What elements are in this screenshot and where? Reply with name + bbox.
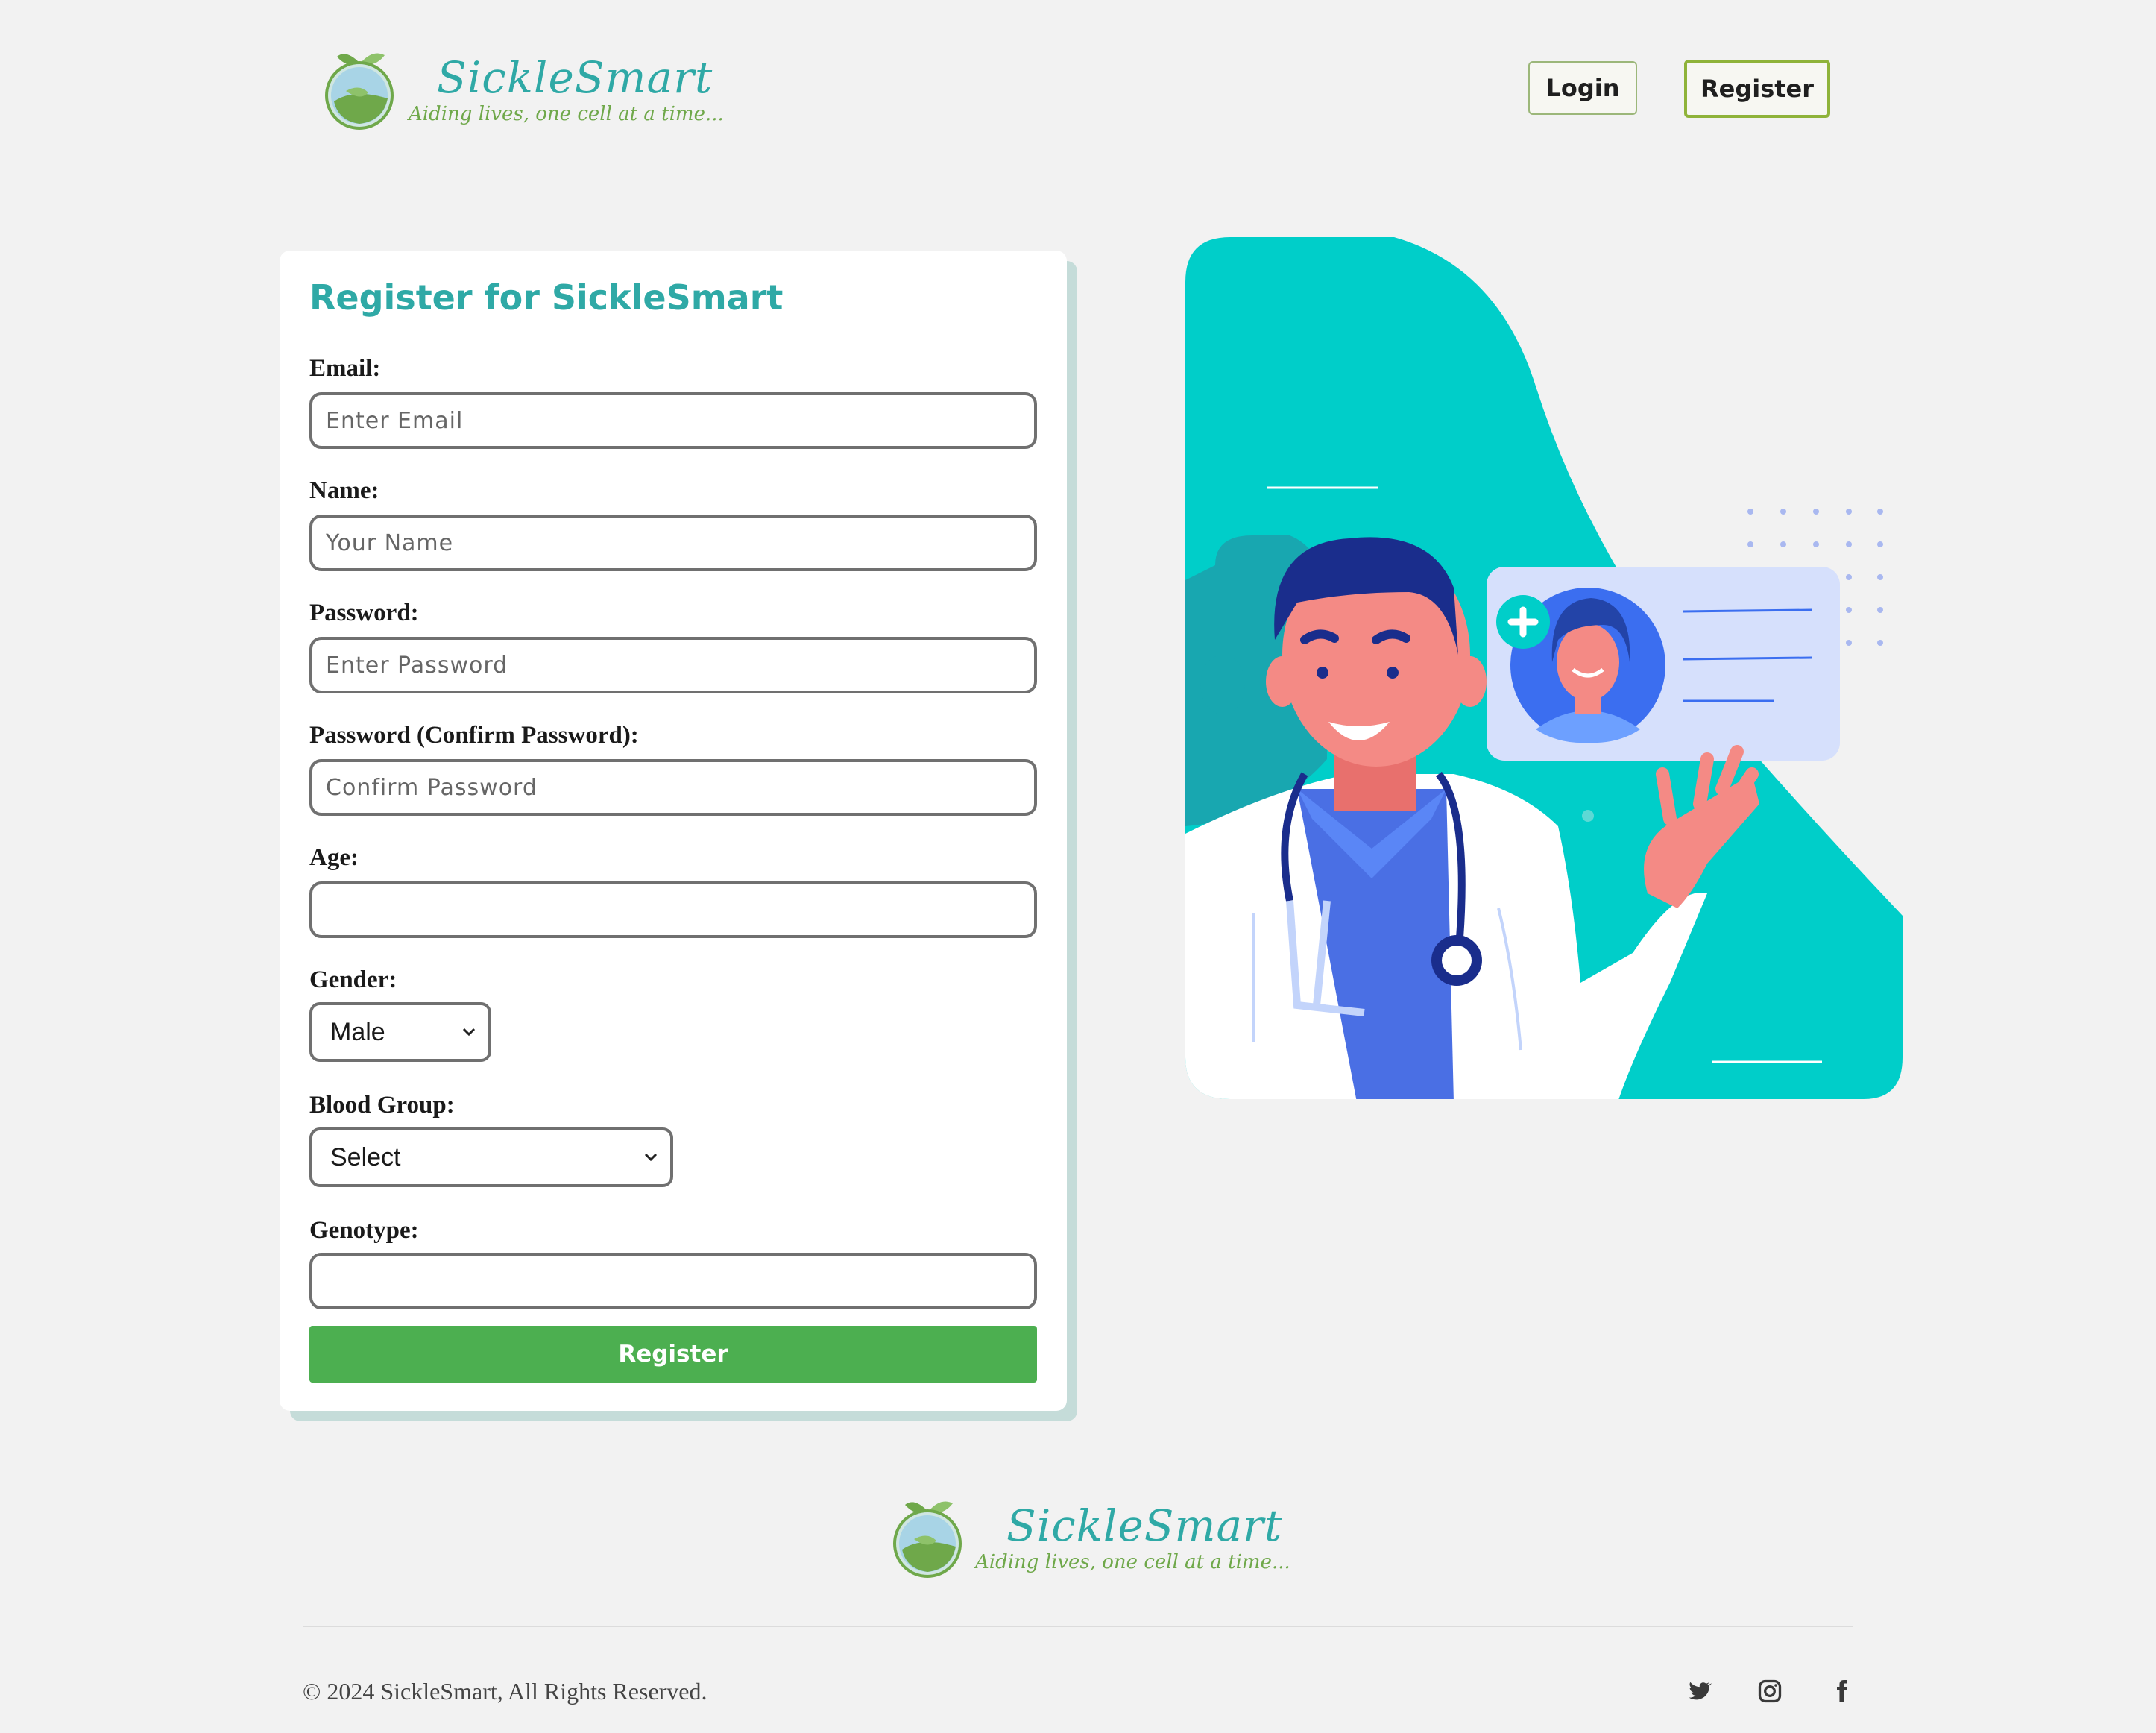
facebook-icon[interactable] xyxy=(1828,1678,1855,1705)
chevron-down-icon xyxy=(462,1028,476,1037)
confirm-password-label: Password (Confirm Password): xyxy=(309,722,639,749)
register-form-card: Register for SickleSmart Email: Name: Pa… xyxy=(280,251,1067,1411)
instagram-icon[interactable] xyxy=(1756,1678,1783,1705)
blood-group-select-value: Select xyxy=(330,1142,401,1171)
genotype-label: Genotype: xyxy=(309,1217,419,1244)
email-label: Email: xyxy=(309,355,381,382)
twitter-icon[interactable] xyxy=(1685,1678,1712,1705)
copyright-text: © 2024 SickleSmart, All Rights Reserved. xyxy=(303,1678,707,1705)
header-register-button[interactable]: Register xyxy=(1684,60,1830,118)
gender-label: Gender: xyxy=(309,966,397,993)
logo-icon xyxy=(893,1501,962,1578)
register-submit-button[interactable]: Register xyxy=(309,1326,1037,1383)
blood-group-select[interactable]: Select xyxy=(309,1127,673,1187)
patient-card xyxy=(1487,567,1840,761)
brand-tagline: Aiding lives, one cell at a time... xyxy=(975,1551,1290,1573)
password-label: Password: xyxy=(309,600,419,626)
gender-select-value: Male xyxy=(330,1017,385,1046)
email-input[interactable] xyxy=(309,392,1037,449)
brand-name: SickleSmart xyxy=(1006,1500,1283,1551)
chevron-down-icon xyxy=(644,1153,658,1162)
footer-divider xyxy=(303,1626,1853,1627)
header-logo[interactable]: SickleSmart Aiding lives, one cell at a … xyxy=(324,46,724,136)
brand-name: SickleSmart xyxy=(437,52,713,103)
doctor-illustration xyxy=(1185,237,1903,1099)
name-input[interactable] xyxy=(309,515,1037,571)
gender-select[interactable]: Male xyxy=(309,1002,491,1062)
logo-icon xyxy=(325,53,394,130)
age-label: Age: xyxy=(309,844,359,871)
login-button[interactable]: Login xyxy=(1528,61,1637,115)
age-input[interactable] xyxy=(309,881,1037,938)
footer-logo[interactable]: SickleSmart Aiding lives, one cell at a … xyxy=(892,1494,1290,1584)
name-label: Name: xyxy=(309,477,379,504)
password-input[interactable] xyxy=(309,637,1037,693)
brand-tagline: Aiding lives, one cell at a time... xyxy=(409,103,724,125)
confirm-password-input[interactable] xyxy=(309,759,1037,816)
genotype-input[interactable] xyxy=(309,1253,1037,1309)
blood-group-label: Blood Group: xyxy=(309,1092,455,1119)
form-title: Register for SickleSmart xyxy=(309,277,784,318)
